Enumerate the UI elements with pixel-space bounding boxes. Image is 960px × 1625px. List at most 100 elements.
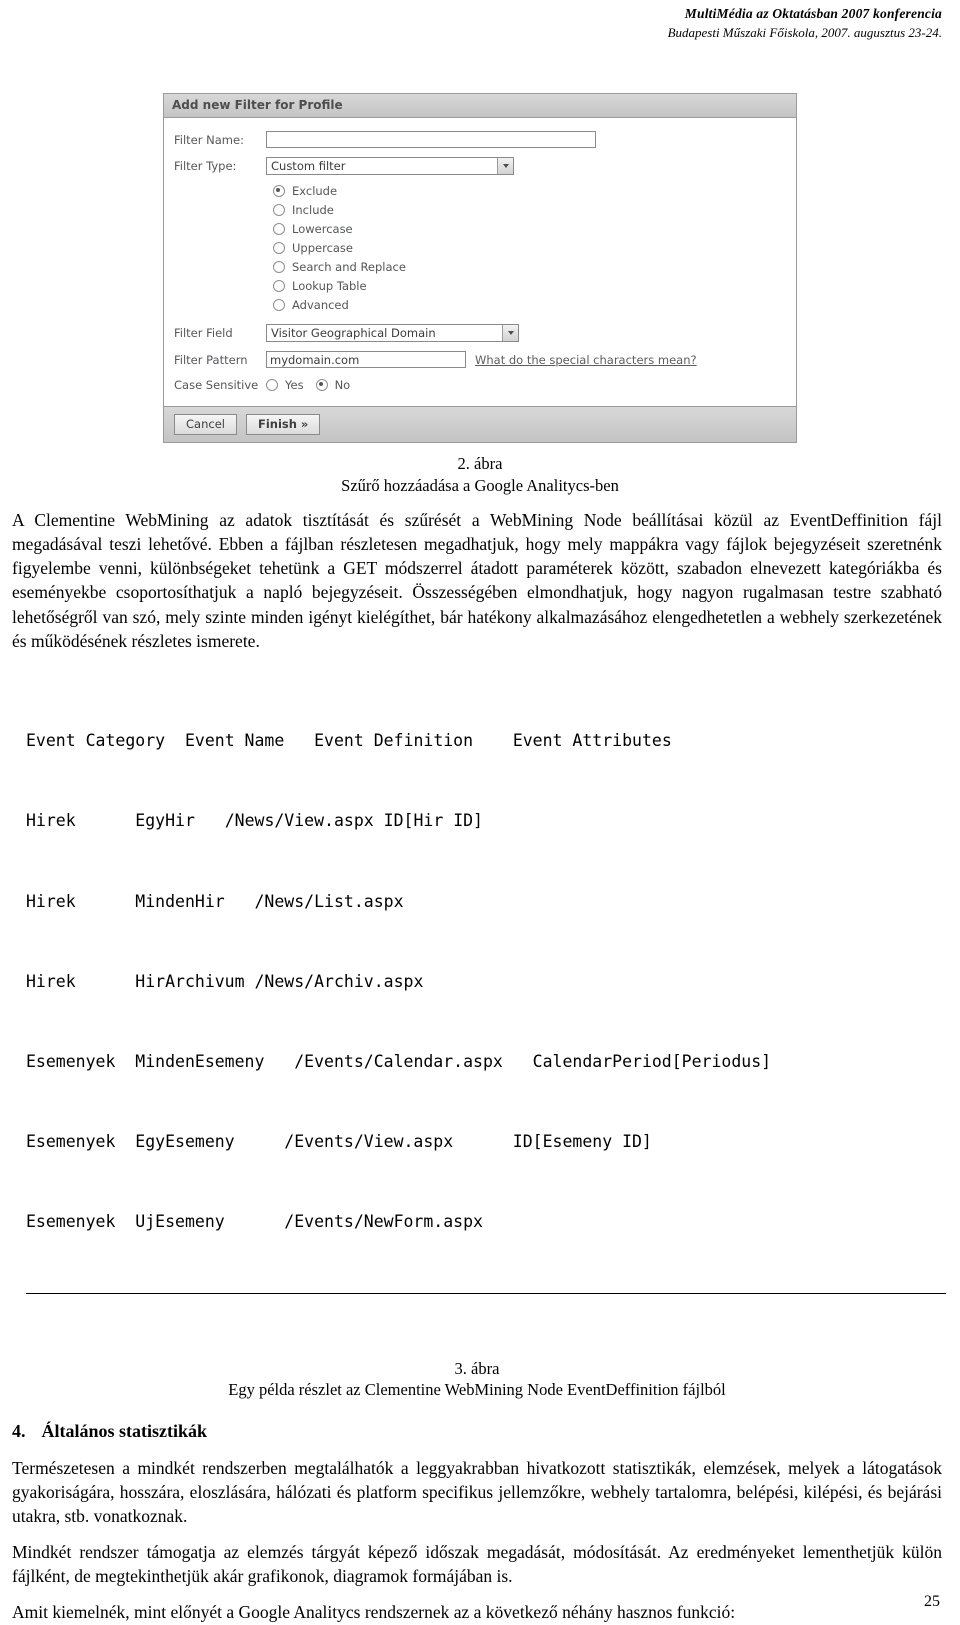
- cell-attributes: ID[Esemeny ID]: [512, 1132, 652, 1152]
- radio-label: Include: [292, 203, 334, 218]
- table-bottom-rule: [26, 1293, 946, 1295]
- figure-3-header-row: Event Category Event Name Event Definiti…: [26, 728, 942, 755]
- filter-field-value: Visitor Geographical Domain: [271, 326, 436, 341]
- radio-icon: [273, 261, 285, 274]
- special-characters-help-link[interactable]: What do the special characters mean?: [475, 353, 697, 367]
- figure-2-image: Add new Filter for Profile Filter Name: …: [0, 93, 960, 444]
- radio-icon[interactable]: [266, 379, 278, 392]
- cell-name: MindenHir: [135, 891, 225, 911]
- radio-icon: [273, 185, 285, 198]
- case-sensitive-label: Case Sensitive: [174, 378, 259, 393]
- radio-option-lookup-table[interactable]: Lookup Table: [273, 279, 786, 293]
- cell-definition: /Events/NewForm.aspx: [284, 1212, 483, 1232]
- header-venue-date: Budapesti Műszaki Főiskola, 2007. augusz…: [667, 24, 942, 40]
- radio-label: Search and Replace: [292, 260, 406, 275]
- radio-option-search-and-replace[interactable]: Search and Replace: [273, 260, 786, 274]
- radio-label: Exclude: [292, 184, 338, 199]
- filter-pattern-label: Filter Pattern: [174, 352, 248, 367]
- radio-icon: [273, 299, 285, 312]
- page-number: 25: [924, 1592, 940, 1610]
- case-yes-label: Yes: [285, 378, 304, 393]
- filter-type-label: Filter Type:: [174, 159, 237, 174]
- paragraph-2: Természetesen a mindkét rendszerben megt…: [12, 1457, 942, 1526]
- paragraph-4: Amit kiemelnék, mint előnyét a Google An…: [12, 1602, 736, 1623]
- paragraph-3: Mindkét rendszer támogatja az elemzés tá…: [12, 1542, 942, 1587]
- table-row: Hirek MindenHir /News/List.aspx: [26, 889, 942, 916]
- cell-definition: /News/View.aspx: [224, 811, 374, 831]
- filter-type-row: Filter Type: Custom filter: [174, 157, 786, 176]
- ga-filter-panel: Add new Filter for Profile Filter Name: …: [163, 93, 797, 444]
- figure-2-caption: 2. ábra Szűrő hozzáadása a Google Analit…: [0, 453, 960, 496]
- cell-definition: /News/Archiv.aspx: [254, 971, 424, 991]
- section-title: Általános statisztikák: [41, 1420, 208, 1441]
- table-row: Hirek HirArchivum /News/Archiv.aspx: [26, 969, 942, 996]
- cell-category: Esemenyek: [26, 1051, 116, 1071]
- paragraph-1: A Clementine WebMining az adatok tisztít…: [12, 510, 942, 651]
- radio-option-lowercase[interactable]: Lowercase: [273, 222, 786, 236]
- figure-3-image: Event Category Event Name Event Definiti…: [12, 675, 946, 1348]
- cell-name: EgyHir: [135, 811, 195, 831]
- document-header: MultiMédia az Oktatásban 2007 konferenci…: [0, 0, 960, 41]
- cell-name: EgyEsemeny: [135, 1132, 235, 1152]
- cell-definition: /Events/View.aspx: [284, 1132, 454, 1152]
- cell-name: HirArchivum: [135, 971, 245, 991]
- chevron-down-icon: [502, 325, 518, 342]
- table-row: Esemenyek MindenEsemeny /Events/Calendar…: [26, 1049, 942, 1076]
- cell-name: MindenEsemeny: [135, 1051, 265, 1071]
- col-header-event-category: Event Category: [26, 731, 166, 751]
- col-header-event-attributes: Event Attributes: [512, 731, 672, 751]
- figure-3-caption-text: Egy példa részlet az Clementine WebMinin…: [228, 1380, 726, 1400]
- filter-name-row: Filter Name:: [174, 131, 786, 149]
- document-body: A Clementine WebMining az adatok tisztít…: [0, 508, 960, 1625]
- figure-3-caption-number: 3. ábra: [454, 1358, 500, 1378]
- radio-label: Lowercase: [292, 222, 353, 237]
- radio-label: Lookup Table: [292, 279, 367, 294]
- radio-label: Advanced: [292, 298, 349, 313]
- ga-panel-footer: Cancel Finish »: [164, 406, 796, 443]
- radio-icon: [273, 280, 285, 293]
- cell-category: Esemenyek: [26, 1132, 116, 1152]
- filter-name-input[interactable]: [266, 131, 596, 149]
- filter-name-label: Filter Name:: [174, 132, 244, 147]
- case-no-label: No: [334, 378, 351, 393]
- figure-2-caption-number: 2. ábra: [457, 454, 503, 474]
- filter-field-row: Filter Field Visitor Geographical Domain: [174, 324, 786, 343]
- radio-option-exclude[interactable]: Exclude: [273, 184, 786, 198]
- col-header-event-name: Event Name: [184, 731, 285, 751]
- document-page: MultiMédia az Oktatásban 2007 konferenci…: [0, 0, 960, 1625]
- radio-option-include[interactable]: Include: [273, 203, 786, 217]
- radio-option-uppercase[interactable]: Uppercase: [273, 241, 786, 255]
- filter-field-label: Filter Field: [174, 326, 233, 341]
- filter-type-select[interactable]: Custom filter: [266, 157, 514, 176]
- filter-mode-radio-group: Exclude Include Lowercase Uppercase Sear…: [273, 184, 786, 312]
- cell-attributes: CalendarPeriod[Periodus]: [532, 1051, 772, 1071]
- case-sensitive-radio-group: Yes No: [266, 378, 350, 392]
- cell-category: Hirek: [26, 811, 76, 831]
- cell-definition: /News/List.aspx: [254, 891, 404, 911]
- radio-option-advanced[interactable]: Advanced: [273, 298, 786, 312]
- filter-field-select[interactable]: Visitor Geographical Domain: [266, 324, 519, 343]
- case-sensitive-row: Case Sensitive Yes No: [174, 378, 786, 392]
- ga-panel-title: Add new Filter for Profile: [164, 94, 796, 119]
- cell-category: Hirek: [26, 971, 76, 991]
- radio-icon: [273, 204, 285, 217]
- radio-label: Uppercase: [292, 241, 354, 256]
- chevron-down-icon: [497, 158, 513, 175]
- ga-panel-body: Filter Name: Filter Type: Custom filter …: [164, 118, 796, 406]
- col-header-event-definition: Event Definition: [314, 731, 474, 751]
- cell-attributes: ID[Hir ID]: [383, 811, 483, 831]
- table-row: Esemenyek EgyEsemeny /Events/View.aspx I…: [26, 1129, 942, 1156]
- radio-icon[interactable]: [315, 379, 328, 392]
- filter-pattern-row: Filter Pattern mydomain.com What do the …: [174, 351, 786, 369]
- radio-icon: [273, 242, 285, 255]
- figure-3-caption: 3. ábra Egy példa részlet az Clementine …: [12, 1358, 942, 1401]
- radio-icon: [273, 223, 285, 236]
- filter-pattern-input[interactable]: mydomain.com: [266, 351, 466, 369]
- finish-button[interactable]: Finish »: [245, 414, 321, 436]
- cell-name: UjEsemeny: [135, 1212, 225, 1232]
- cancel-button[interactable]: Cancel: [174, 414, 237, 436]
- table-row: Esemenyek UjEsemeny /Events/NewForm.aspx: [26, 1209, 942, 1236]
- figure-2-caption-text: Szűrő hozzáadása a Google Analitycs-ben: [341, 475, 619, 495]
- header-conference-title: MultiMédia az Oktatásban 2007 konferenci…: [684, 6, 942, 21]
- table-row: Hirek EgyHir /News/View.aspx ID[Hir ID]: [26, 808, 942, 835]
